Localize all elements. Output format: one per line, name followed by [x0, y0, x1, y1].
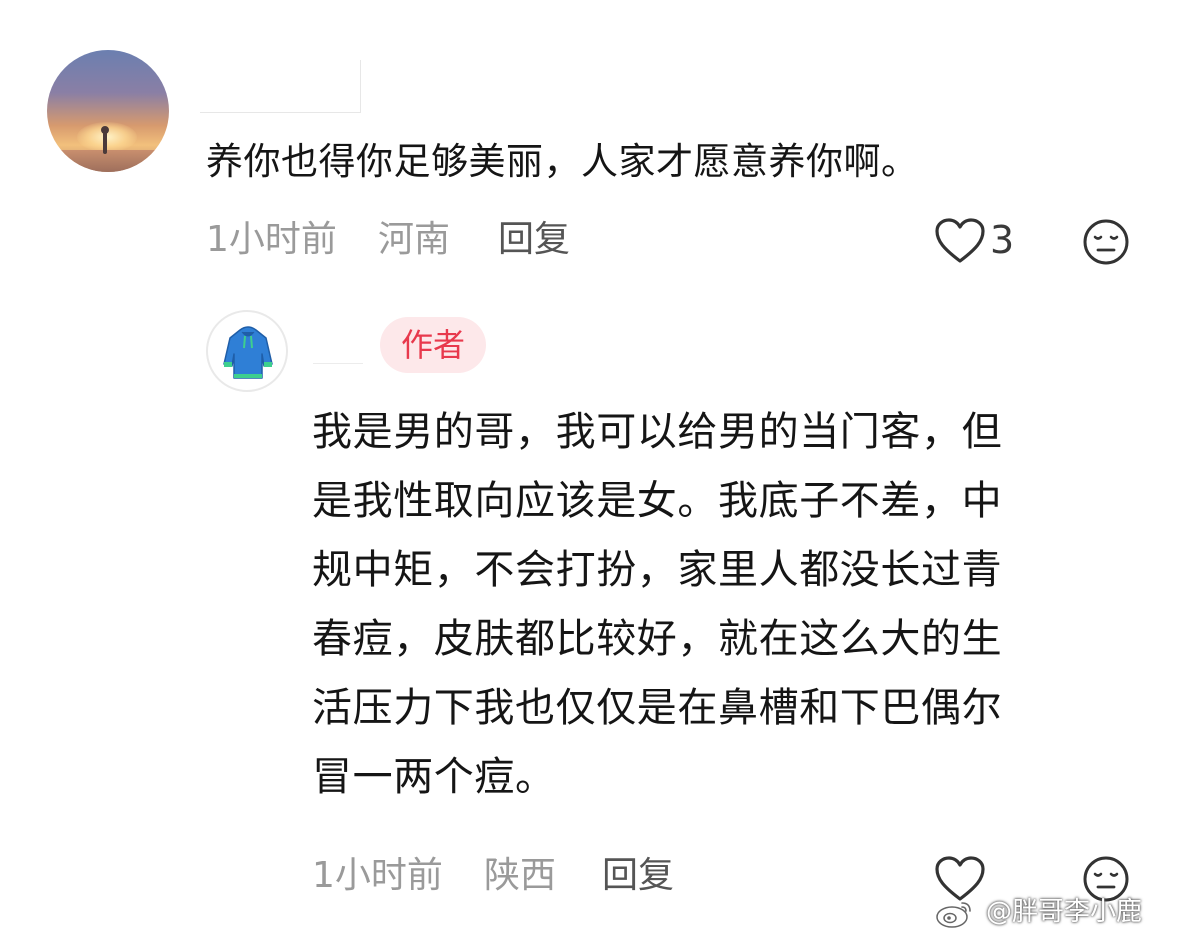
reply-button[interactable]: 回复: [602, 851, 674, 901]
username-redacted[interactable]: [200, 60, 361, 113]
comment-line: 我是男的哥，我可以给男的当门客，但: [312, 409, 1003, 455]
comment-line: 春痘，皮肤都比较好，就在这么大的生: [312, 616, 1003, 662]
heart-icon[interactable]: [934, 217, 986, 265]
comment-text: 养你也得你足够美丽，人家才愿意养你啊。: [206, 140, 919, 183]
weibo-logo-icon: [934, 899, 974, 929]
comment-line: 冒一两个痘。: [312, 754, 556, 800]
reply-button[interactable]: 回复: [498, 215, 570, 265]
user-avatar[interactable]: [47, 50, 169, 172]
comment-line: 活压力下我也仅仅是在鼻槽和下巴偶尔: [312, 685, 1003, 731]
heart-icon[interactable]: [934, 855, 986, 903]
comment-time: 1小时前: [206, 219, 337, 260]
username-redacted[interactable]: [313, 315, 363, 364]
meh-face-icon[interactable]: [1082, 218, 1130, 266]
comment-text: 我是男的哥，我可以给男的当门客，但 是我性取向应该是女。我底子不差，中 规中矩，…: [312, 398, 1132, 812]
comment-line: 是我性取向应该是女。我底子不差，中: [312, 478, 1003, 524]
comment-line: 规中矩，不会打扮，家里人都没长过青: [312, 547, 1003, 593]
watermark-text: @胖哥李小鹿: [986, 897, 1143, 927]
comment-location: 河南: [378, 219, 451, 260]
hoodie-icon: [223, 326, 273, 379]
comment-location: 陕西: [484, 855, 557, 896]
comment-time: 1小时前: [312, 855, 443, 896]
like-count: 3: [990, 218, 1015, 262]
author-avatar[interactable]: [206, 310, 288, 392]
author-badge: 作者: [380, 317, 486, 373]
